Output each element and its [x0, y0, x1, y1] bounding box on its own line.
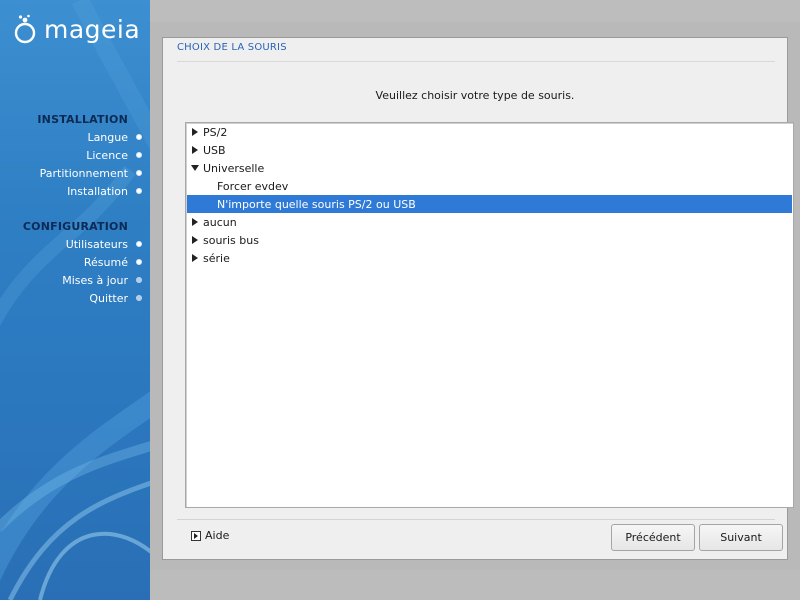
- nav-item-partitionnement[interactable]: Partitionnement: [40, 167, 128, 180]
- tree-item-universelle[interactable]: Universelle: [187, 159, 792, 177]
- tree-item-label: Universelle: [203, 161, 265, 175]
- main-area: CHOIX DE LA SOURIS Veuillez choisir votr…: [150, 0, 800, 600]
- tree-item-ps2[interactable]: PS/2: [187, 123, 792, 141]
- nav-section-configuration: CONFIGURATION: [22, 220, 128, 233]
- title-divider: [177, 61, 775, 62]
- button-bar-divider: [177, 519, 775, 520]
- expand-arrow-icon[interactable]: [189, 123, 201, 141]
- tree-item-label: souris bus: [203, 233, 259, 247]
- logo-text: mageia: [44, 14, 141, 44]
- previous-button[interactable]: Précédent: [611, 524, 695, 551]
- next-button[interactable]: Suivant: [699, 524, 783, 551]
- tree-item-souris-bus[interactable]: souris bus: [187, 231, 792, 249]
- mageia-cauldron-icon: [14, 14, 36, 44]
- tree-item-label: série: [203, 251, 230, 265]
- tree-item-label: Forcer evdev: [217, 179, 289, 193]
- nav-status-dot: [136, 277, 142, 283]
- nav-status-dot: [136, 134, 142, 140]
- tree-item-label: N'importe quelle souris PS/2 ou USB: [217, 197, 416, 211]
- expand-arrow-icon[interactable]: [189, 249, 201, 267]
- nav-status-dot: [136, 241, 142, 247]
- mouse-choice-dialog: CHOIX DE LA SOURIS Veuillez choisir votr…: [162, 37, 794, 560]
- expand-arrow-icon[interactable]: [189, 213, 201, 231]
- mageia-logo: mageia: [12, 14, 140, 44]
- collapse-arrow-icon[interactable]: [189, 159, 201, 177]
- tree-item-forcer-evdev[interactable]: Forcer evdev: [187, 177, 792, 195]
- expand-arrow-icon[interactable]: [189, 231, 201, 249]
- tree-item-usb[interactable]: USB: [187, 141, 792, 159]
- expand-arrow-icon[interactable]: [189, 141, 201, 159]
- nav-item-installation[interactable]: Installation: [67, 185, 128, 198]
- tree-item-aucun[interactable]: aucun: [187, 213, 792, 231]
- nav-item-licence[interactable]: Licence: [86, 149, 128, 162]
- tree-item-serie[interactable]: série: [187, 249, 792, 267]
- nav-status-dot: [136, 188, 142, 194]
- nav-status-dot: [136, 295, 142, 301]
- tree-item-label: aucun: [203, 215, 237, 229]
- nav-item-resume[interactable]: Résumé: [84, 256, 128, 269]
- mouse-type-tree[interactable]: PS/2 USB Universelle Forcer evdev N'impo…: [185, 122, 794, 508]
- tree-item-any-ps2-usb[interactable]: N'importe quelle souris PS/2 ou USB: [187, 195, 792, 213]
- tree-item-label: USB: [203, 143, 226, 157]
- nav-status-dot: [136, 152, 142, 158]
- help-button[interactable]: Aide: [191, 529, 229, 542]
- dialog-prompt: Veuillez choisir votre type de souris.: [375, 89, 575, 102]
- nav-item-mises-a-jour[interactable]: Mises à jour: [62, 274, 128, 287]
- top-shade: [150, 0, 800, 22]
- nav-item-langue[interactable]: Langue: [87, 131, 128, 144]
- nav-section-installation: INSTALLATION: [37, 113, 128, 126]
- nav-status-dot: [136, 259, 142, 265]
- help-label: Aide: [205, 529, 230, 542]
- nav-status-dot: [136, 170, 142, 176]
- nav-item-utilisateurs[interactable]: Utilisateurs: [66, 238, 128, 251]
- tree-item-label: PS/2: [203, 125, 228, 139]
- help-arrow-icon: [191, 530, 201, 541]
- sidebar: mageia INSTALLATION Langue Licence Parti…: [0, 0, 150, 600]
- nav-item-quitter[interactable]: Quitter: [89, 292, 128, 305]
- bottom-shade: [150, 570, 800, 600]
- dialog-title: CHOIX DE LA SOURIS: [177, 42, 287, 53]
